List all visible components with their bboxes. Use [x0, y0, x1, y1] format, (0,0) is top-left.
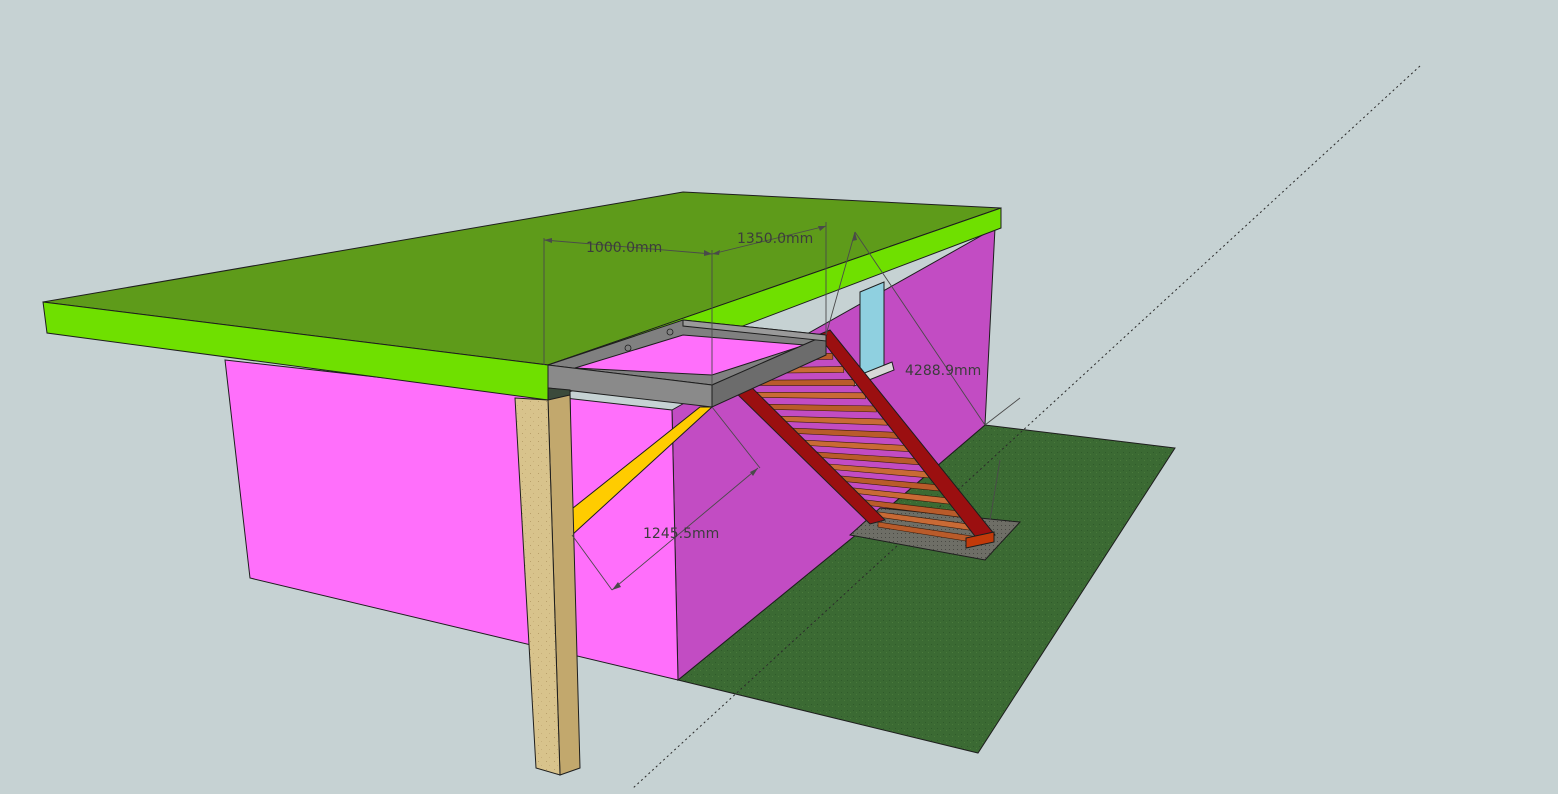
front-wall: [224, 359, 679, 681]
window: [859, 281, 885, 379]
dimension-label: 1350.0mm: [737, 231, 813, 247]
dimension-label: 1000.0mm: [586, 240, 662, 256]
dimension-label: 1245.5mm: [643, 526, 719, 542]
sketchup-viewport[interactable]: 1000.0mm 1350.0mm 4288.9mm 1245.5mm: [0, 0, 1558, 790]
model-drawing[interactable]: 1000.0mm 1350.0mm 4288.9mm 1245.5mm: [0, 0, 1558, 790]
dimension-label: 4288.9mm: [905, 363, 981, 379]
